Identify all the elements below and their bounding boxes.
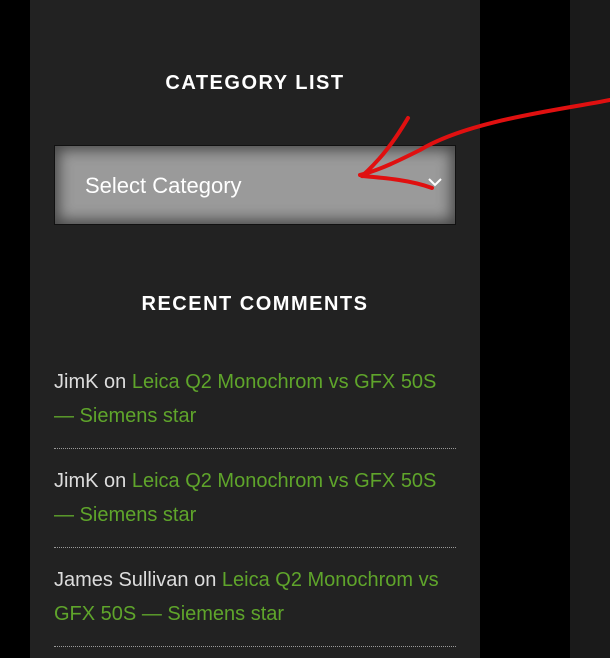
comment-on-text: on — [104, 470, 127, 492]
chevron-down-icon — [428, 178, 442, 187]
comment-on-text: on — [104, 371, 127, 393]
comment-author: JimK — [54, 371, 99, 393]
category-select[interactable]: Select Category — [54, 145, 456, 225]
comment-on-text: on — [194, 569, 217, 591]
recent-comments-title: RECENT COMMENTS — [141, 293, 369, 315]
comment-author: James Sullivan — [54, 569, 189, 591]
category-select-value: Select Category — [85, 173, 242, 198]
category-list-title: CATEGORY LIST — [165, 72, 345, 94]
sidebar: CATEGORY LIST Select Category RECENT COM… — [30, 0, 480, 658]
recent-comments-list: JimK on Leica Q2 Monochrom vs GFX 50S — … — [54, 350, 456, 647]
comment-item: JimK on Leica Q2 Monochrom vs GFX 50S — … — [54, 449, 456, 548]
adjacent-column — [570, 0, 610, 658]
comment-item: JimK on Leica Q2 Monochrom vs GFX 50S — … — [54, 350, 456, 449]
comment-author: JimK — [54, 470, 99, 492]
comment-item: James Sullivan on Leica Q2 Monochrom vs … — [54, 548, 456, 647]
